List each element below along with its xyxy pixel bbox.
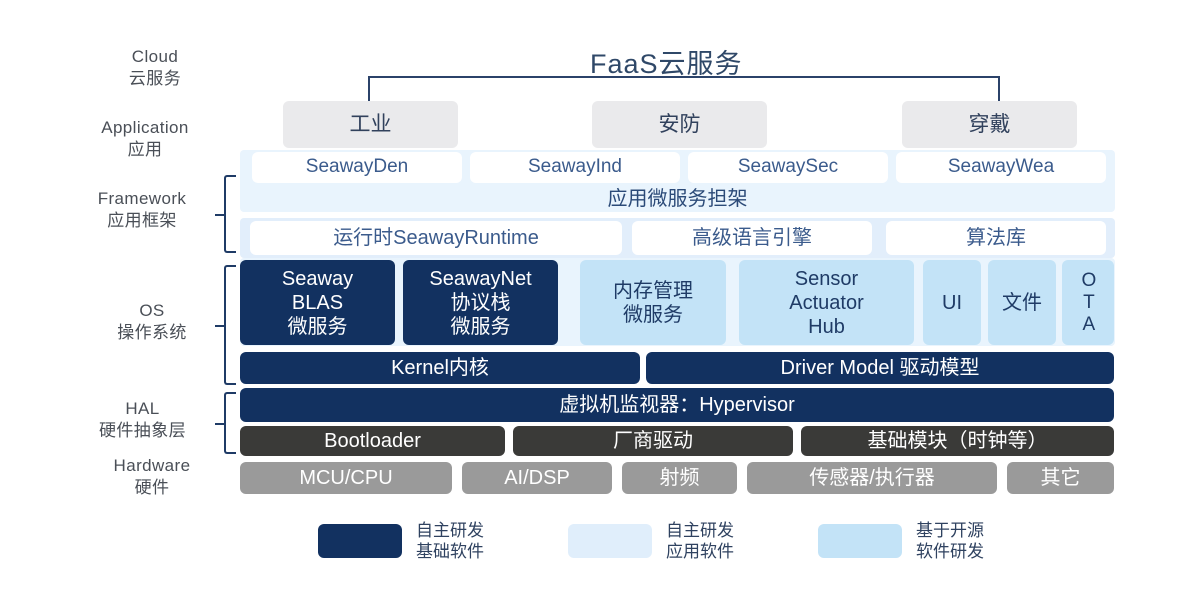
hal-module-box[interactable]: 基础模块（时钟等） xyxy=(801,426,1114,456)
framework-scaffold-label: 应用微服务担架 xyxy=(607,187,748,210)
framework-module-box[interactable]: 算法库 xyxy=(886,221,1106,255)
bracket-nub xyxy=(215,325,226,327)
legend-label: 自主研发 应用软件 xyxy=(666,521,734,562)
layer-label-framework: Framework 应用框架 xyxy=(62,188,222,232)
architecture-diagram: Cloud 云服务 Application 应用 Framework 应用框架 … xyxy=(0,0,1200,600)
legend-label: 自主研发 基础软件 xyxy=(416,521,484,562)
layer-label-application-en: Application xyxy=(101,118,189,137)
layer-label-framework-cn: 应用框架 xyxy=(107,210,177,230)
framework-module-box[interactable]: 高级语言引擎 xyxy=(632,221,872,255)
layer-label-hal: HAL 硬件抽象层 xyxy=(60,398,225,442)
os-service-box[interactable]: SeawayNet 协议栈 微服务 xyxy=(403,260,558,345)
hardware-module-box[interactable]: 其它 xyxy=(1007,462,1114,494)
layer-label-cloud-cn: 云服务 xyxy=(128,68,182,88)
layer-label-application: Application 应用 xyxy=(70,117,220,161)
legend-swatch-self-developed-base xyxy=(318,524,402,559)
layer-label-os: OS 操作系统 xyxy=(88,300,216,344)
application-domain-box[interactable]: 工业 xyxy=(283,101,458,148)
layer-label-os-en: OS xyxy=(139,301,165,320)
hal-module-box[interactable]: Bootloader xyxy=(240,426,505,456)
application-product-box[interactable]: SeawaySec xyxy=(688,152,888,183)
legend-item: 自主研发 应用软件 xyxy=(568,520,734,563)
os-service-box[interactable]: UI xyxy=(923,260,981,345)
layer-label-hardware: Hardware 硬件 xyxy=(82,455,222,499)
layer-label-hardware-en: Hardware xyxy=(113,456,191,475)
bracket-nub xyxy=(215,214,226,216)
application-domain-box[interactable]: 安防 xyxy=(592,101,767,148)
legend-label: 基于开源 软件研发 xyxy=(916,521,984,562)
os-service-box[interactable]: 文件 xyxy=(988,260,1056,345)
os-kernel-box[interactable]: Kernel内核 xyxy=(240,352,640,384)
layer-label-os-cn: 操作系统 xyxy=(117,322,187,342)
bracket-nub xyxy=(215,423,226,425)
faas-connector-horizontal xyxy=(368,76,1000,78)
application-product-box[interactable]: SeawayDen xyxy=(252,152,462,183)
os-service-box[interactable]: Seaway BLAS 微服务 xyxy=(240,260,395,345)
bracket-os xyxy=(215,265,236,385)
legend-swatch-self-developed-app xyxy=(568,524,652,559)
layer-label-cloud-en: Cloud xyxy=(131,47,179,66)
framework-module-box[interactable]: 运行时SeawayRuntime xyxy=(250,221,622,255)
application-product-box[interactable]: SeawayInd xyxy=(470,152,680,183)
layer-label-hal-cn: 硬件抽象层 xyxy=(99,420,186,440)
layer-label-cloud: Cloud 云服务 xyxy=(95,46,215,90)
hal-hypervisor-box[interactable]: 虚拟机监视器：Hypervisor xyxy=(240,388,1114,422)
hardware-module-box[interactable]: MCU/CPU xyxy=(240,462,452,494)
os-service-box-ota[interactable]: OTA xyxy=(1062,260,1114,345)
bracket-framework xyxy=(215,175,236,253)
hardware-module-box[interactable]: 传感器/执行器 xyxy=(747,462,997,494)
os-service-box[interactable]: 内存管理 微服务 xyxy=(580,260,726,345)
layer-label-framework-en: Framework xyxy=(97,189,187,208)
layer-label-hal-en: HAL xyxy=(125,399,160,418)
hardware-module-box[interactable]: AI/DSP xyxy=(462,462,612,494)
application-domain-box[interactable]: 穿戴 xyxy=(902,101,1077,148)
hal-module-box[interactable]: 厂商驱动 xyxy=(513,426,793,456)
legend-swatch-open-source-based xyxy=(818,524,902,559)
faas-connector-left xyxy=(368,76,370,102)
layer-label-application-cn: 应用 xyxy=(127,139,163,159)
hardware-module-box[interactable]: 射频 xyxy=(622,462,737,494)
bracket-hal xyxy=(215,392,236,454)
legend: 自主研发 基础软件 自主研发 应用软件 基于开源 软件研发 xyxy=(0,510,1200,580)
layer-label-hardware-cn: 硬件 xyxy=(134,477,170,497)
application-product-box[interactable]: SeawayWea xyxy=(896,152,1106,183)
os-service-box[interactable]: Sensor Actuator Hub xyxy=(739,260,914,345)
faas-connector-right xyxy=(998,76,1000,102)
legend-item: 基于开源 软件研发 xyxy=(818,520,984,563)
os-service-label-ota: OTA xyxy=(1078,269,1100,336)
legend-item: 自主研发 基础软件 xyxy=(318,520,484,563)
os-driver-model-box[interactable]: Driver Model 驱动模型 xyxy=(646,352,1114,384)
